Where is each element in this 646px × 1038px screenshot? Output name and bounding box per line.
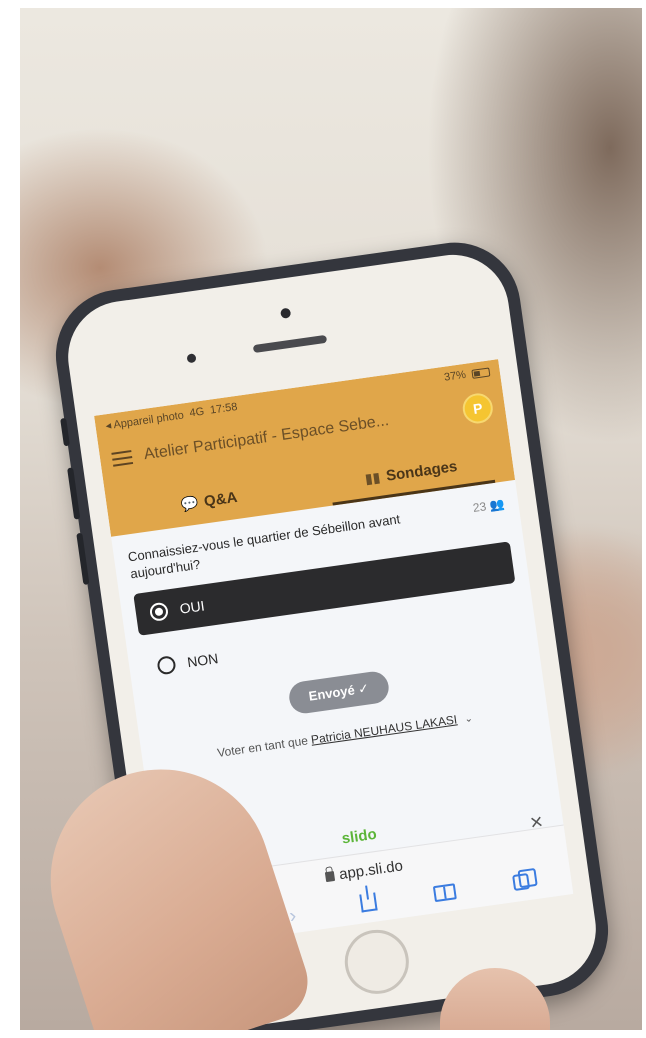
tabs-button[interactable] <box>505 871 538 898</box>
chevron-down-icon[interactable]: ⌄ <box>464 713 474 725</box>
voter-count-value: 23 <box>471 499 488 516</box>
photo-background: ◂ Appareil photo 4G 17:58 37% Atelier Pa… <box>20 8 642 1030</box>
voter-count: 23 👥 <box>472 496 505 515</box>
volume-up-button <box>67 467 81 520</box>
vote-as-prefix: Voter en tant que <box>216 733 309 760</box>
tab-polls-label: Sondages <box>384 457 459 485</box>
earpiece-speaker <box>252 334 328 354</box>
share-icon <box>359 892 378 913</box>
radio-selected-icon <box>148 601 170 622</box>
radio-unselected-icon <box>156 655 177 676</box>
bookmarks-button[interactable] <box>428 881 461 908</box>
voter-name-link[interactable]: Patricia NEUHAUS LAKASI <box>310 712 458 746</box>
speech-bubble-icon: 💬 <box>179 493 200 513</box>
status-time: 17:58 <box>209 400 239 417</box>
front-camera-icon <box>280 307 292 319</box>
home-button[interactable] <box>340 925 413 999</box>
status-network: 4G <box>188 405 205 420</box>
people-icon: 👥 <box>488 496 506 513</box>
poll-option-label: OUI <box>178 597 206 617</box>
tab-qa-label: Q&A <box>202 488 239 510</box>
bar-chart-icon: ▮▮ <box>363 468 382 487</box>
bookmarks-icon <box>432 882 457 902</box>
address-bar[interactable]: app.sli.do <box>324 857 404 885</box>
battery-icon <box>471 366 491 379</box>
status-battery: 37% <box>443 368 467 384</box>
mute-switch <box>60 417 70 447</box>
hamburger-menu-icon[interactable] <box>111 450 134 467</box>
sent-button[interactable]: Envoyé ✓ <box>286 669 392 716</box>
lock-icon <box>324 870 336 883</box>
share-button[interactable] <box>352 891 385 919</box>
poll-option-label: NON <box>186 650 220 671</box>
tabs-icon <box>511 872 530 891</box>
proximity-sensor-icon <box>186 353 197 364</box>
avatar[interactable]: P <box>460 391 495 426</box>
volume-down-button <box>76 532 90 586</box>
url-text: app.sli.do <box>337 856 404 883</box>
